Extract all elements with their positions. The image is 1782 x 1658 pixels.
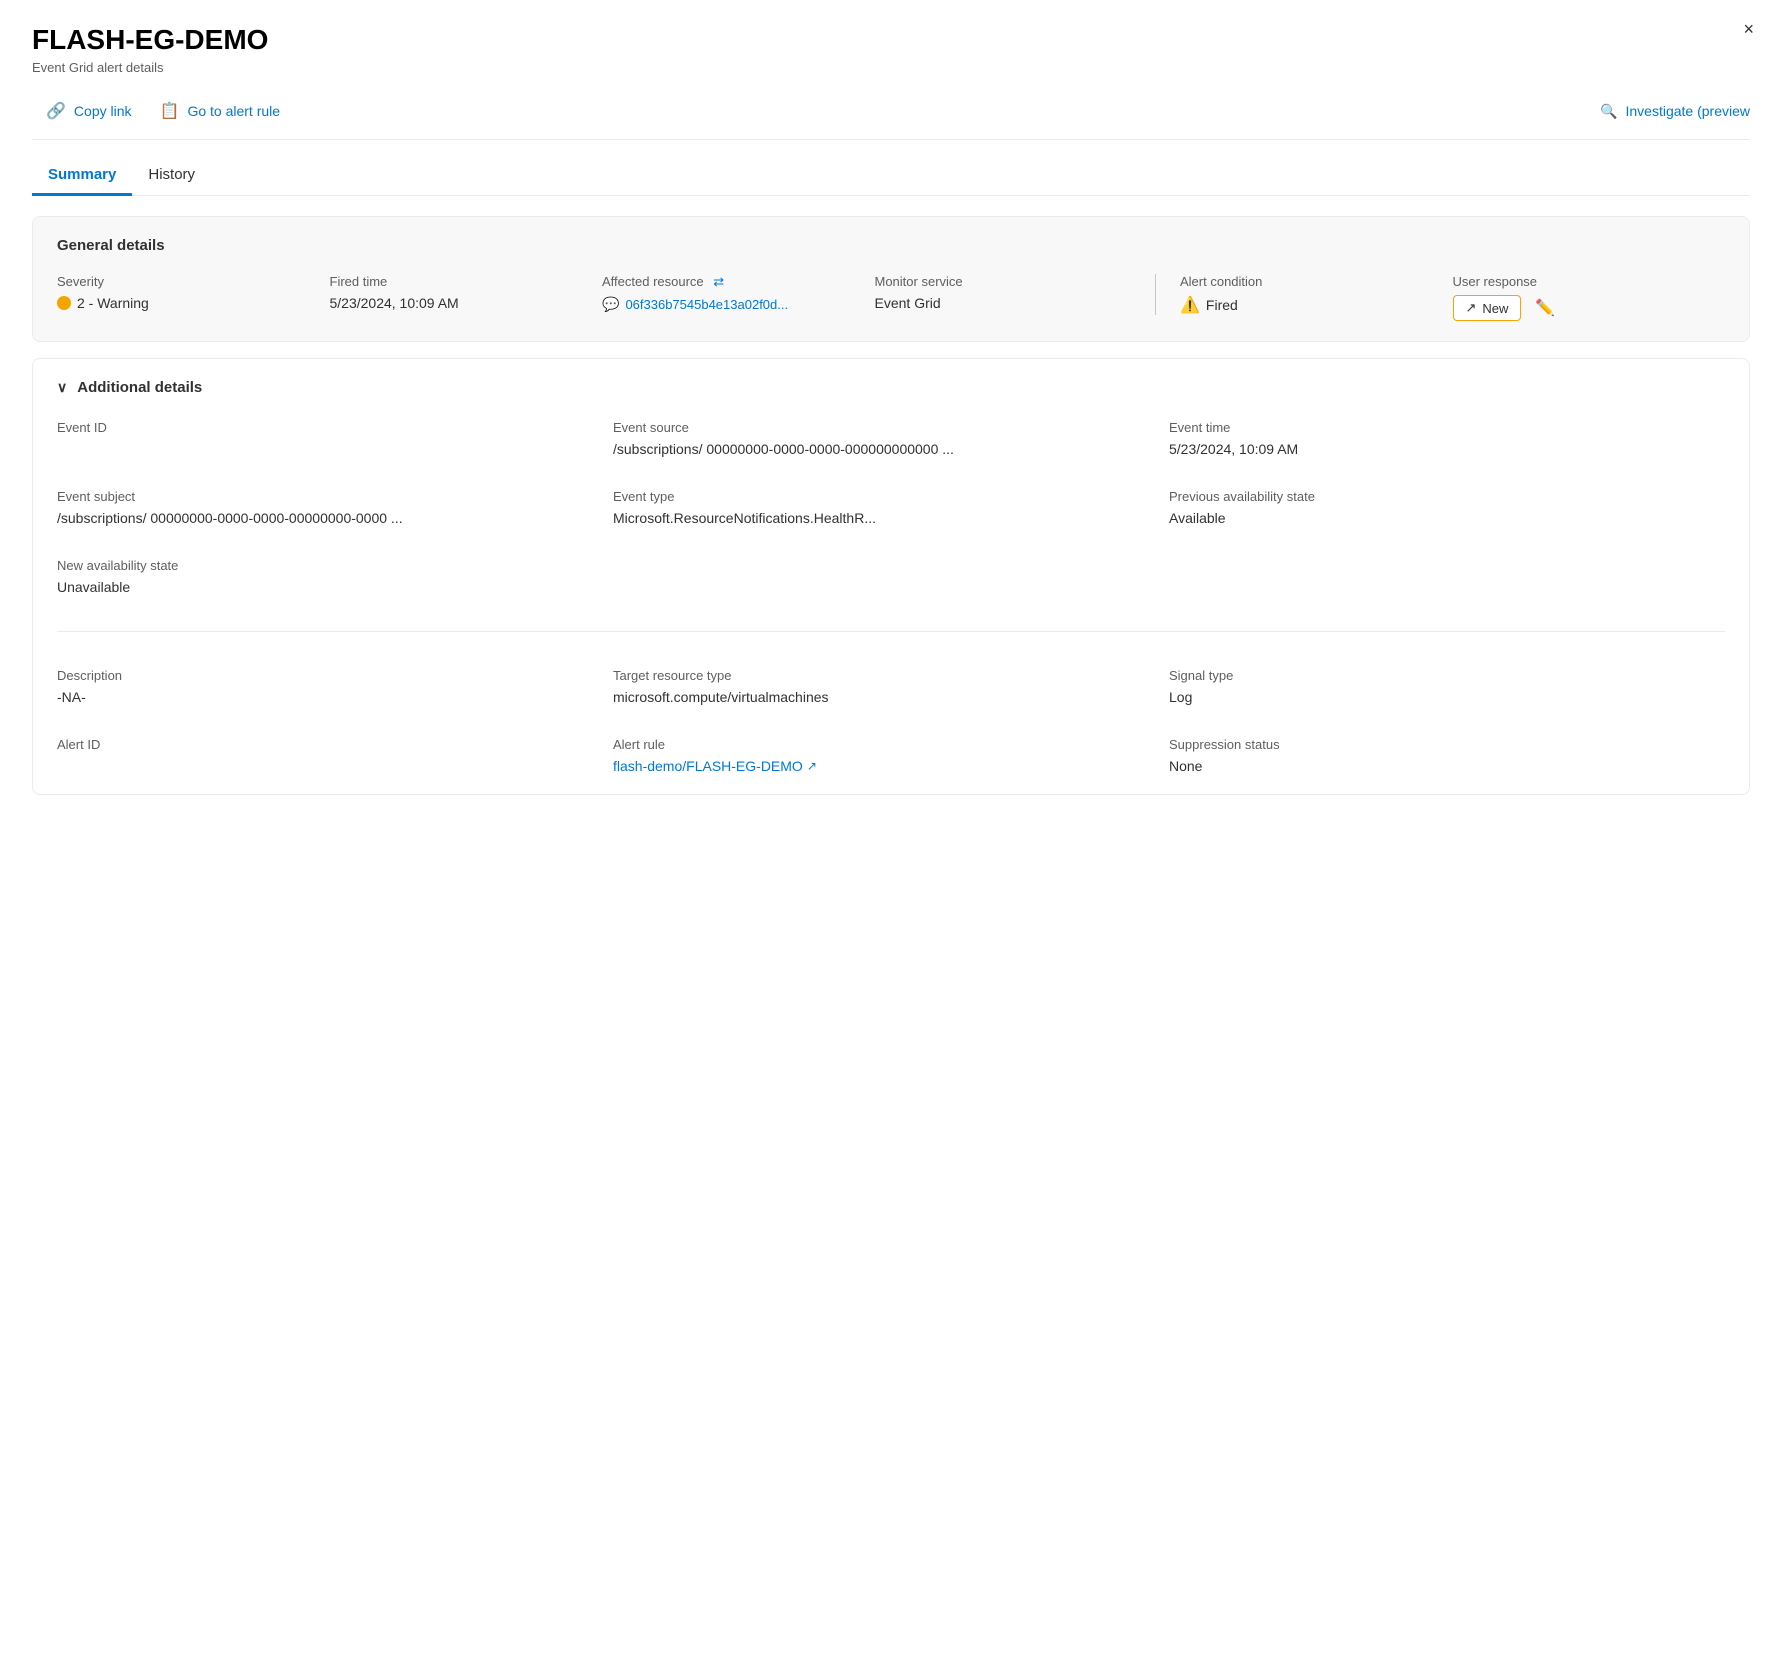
new-availability-value: Unavailable (57, 579, 589, 595)
affected-resource-label: Affected resource ⇄ (602, 274, 875, 290)
event-source-value: /subscriptions/ 00000000-0000-0000-00000… (613, 441, 1145, 457)
additional-details-title: Additional details (77, 379, 202, 396)
additional-details-grid: Event ID Event source /subscriptions/ 00… (57, 420, 1725, 774)
general-details-grid: Severity 2 - Warning Fired time 5/23/202… (57, 274, 1725, 321)
go-to-alert-rule-label: Go to alert rule (187, 103, 280, 119)
warning-icon: ⚠️ (1180, 295, 1200, 315)
alert-rule-label: Alert rule (613, 737, 1145, 752)
event-type-label: Event type (613, 489, 1145, 504)
event-source-item: Event source /subscriptions/ 00000000-00… (613, 420, 1169, 457)
new-availability-item: New availability state Unavailable (57, 558, 613, 595)
toolbar: 🔗 Copy link 📋 Go to alert rule 🔍 Investi… (32, 95, 1750, 140)
event-time-value: 5/23/2024, 10:09 AM (1169, 441, 1701, 457)
panel-subtitle: Event Grid alert details (32, 60, 1750, 75)
copy-link-button[interactable]: 🔗 Copy link (32, 95, 146, 127)
severity-text: 2 - Warning (77, 295, 149, 311)
event-type-item: Event type Microsoft.ResourceNotificatio… (613, 489, 1169, 526)
user-response-label: User response (1453, 274, 1726, 289)
severity-value: 2 - Warning (57, 295, 330, 311)
panel-title: FLASH-EG-DEMO (32, 24, 1750, 56)
investigate-label: Investigate (preview (1625, 103, 1750, 119)
alert-rule-link-text: flash-demo/FLASH-EG-DEMO (613, 758, 803, 774)
copy-link-icon: 🔗 (46, 101, 66, 121)
signal-type-value: Log (1169, 689, 1701, 705)
alert-rule-link[interactable]: flash-demo/FLASH-EG-DEMO ↗ (613, 758, 1145, 774)
description-item: Description -NA- (57, 668, 613, 705)
investigate-icon: 🔍 (1600, 103, 1617, 120)
new-badge[interactable]: ↗ New (1453, 295, 1522, 321)
resource-icon: 💬 (602, 296, 619, 313)
additional-details-header[interactable]: ∨ Additional details (57, 379, 1725, 396)
new-availability-label: New availability state (57, 558, 589, 573)
alert-condition-label: Alert condition (1180, 274, 1453, 289)
fired-time-value: 5/23/2024, 10:09 AM (330, 295, 603, 311)
fired-time-label: Fired time (330, 274, 603, 289)
affected-resource-col: Affected resource ⇄ 💬 06f336b7545b4e13a0… (602, 274, 875, 313)
share-icon: ⇄ (713, 274, 724, 289)
new-badge-icon: ↗ (1466, 300, 1477, 316)
edit-icon[interactable]: ✏️ (1535, 298, 1555, 318)
event-subject-label: Event subject (57, 489, 589, 504)
alert-rule-value: flash-demo/FLASH-EG-DEMO ↗ (613, 758, 1145, 774)
alert-condition-col: Alert condition ⚠️ Fired (1155, 274, 1453, 315)
go-to-alert-rule-icon: 📋 (160, 101, 180, 121)
tab-history[interactable]: History (132, 156, 211, 196)
event-id-item: Event ID (57, 420, 613, 457)
chevron-down-icon: ∨ (57, 379, 67, 396)
suppression-status-value: None (1169, 758, 1701, 774)
target-resource-type-value: microsoft.compute/virtualmachines (613, 689, 1145, 705)
target-resource-type-label: Target resource type (613, 668, 1145, 683)
empty-item-2 (1169, 558, 1725, 595)
previous-availability-item: Previous availability state Available (1169, 489, 1725, 526)
signal-type-item: Signal type Log (1169, 668, 1725, 705)
signal-type-label: Signal type (1169, 668, 1701, 683)
alert-rule-item: Alert rule flash-demo/FLASH-EG-DEMO ↗ (613, 737, 1169, 774)
event-time-label: Event time (1169, 420, 1701, 435)
tabs-container: Summary History (32, 156, 1750, 196)
event-id-label: Event ID (57, 420, 589, 435)
additional-details-card: ∨ Additional details Event ID Event sour… (32, 358, 1750, 795)
general-details-card: General details Severity 2 - Warning Fir… (32, 216, 1750, 342)
alert-id-item: Alert ID (57, 737, 613, 774)
event-type-value: Microsoft.ResourceNotifications.HealthR.… (613, 510, 1145, 526)
event-time-item: Event time 5/23/2024, 10:09 AM (1169, 420, 1725, 457)
fired-time-col: Fired time 5/23/2024, 10:09 AM (330, 274, 603, 311)
description-value: -NA- (57, 689, 589, 705)
severity-label: Severity (57, 274, 330, 289)
investigate-button[interactable]: 🔍 Investigate (preview (1600, 103, 1750, 120)
alert-condition-value: ⚠️ Fired (1180, 295, 1453, 315)
event-subject-item: Event subject /subscriptions/ 00000000-0… (57, 489, 613, 526)
new-badge-text: New (1482, 301, 1508, 316)
suppression-status-label: Suppression status (1169, 737, 1701, 752)
section-divider (57, 631, 1725, 632)
target-resource-type-item: Target resource type microsoft.compute/v… (613, 668, 1169, 705)
previous-availability-value: Available (1169, 510, 1701, 526)
monitor-service-value: Event Grid (875, 295, 1148, 311)
description-label: Description (57, 668, 589, 683)
suppression-status-item: Suppression status None (1169, 737, 1725, 774)
affected-resource-label-text: Affected resource (602, 274, 704, 289)
affected-resource-value: 💬 06f336b7545b4e13a02f0d... (602, 296, 875, 313)
close-button[interactable]: × (1743, 20, 1754, 38)
empty-item-1 (613, 558, 1169, 595)
go-to-alert-rule-button[interactable]: 📋 Go to alert rule (146, 95, 295, 127)
alert-condition-text: Fired (1206, 297, 1238, 313)
user-response-col: User response ↗ New ✏️ (1453, 274, 1726, 321)
user-response-value: ↗ New ✏️ (1453, 295, 1726, 321)
severity-col: Severity 2 - Warning (57, 274, 330, 311)
severity-dot (57, 296, 71, 310)
affected-resource-link[interactable]: 06f336b7545b4e13a02f0d... (625, 297, 788, 312)
event-source-label: Event source (613, 420, 1145, 435)
tab-summary[interactable]: Summary (32, 156, 132, 196)
alert-id-label: Alert ID (57, 737, 589, 752)
monitor-service-label: Monitor service (875, 274, 1148, 289)
monitor-service-col: Monitor service Event Grid (875, 274, 1148, 311)
external-link-icon: ↗ (807, 759, 817, 773)
event-subject-value: /subscriptions/ 00000000-0000-0000-00000… (57, 510, 589, 526)
general-details-title: General details (57, 237, 1725, 254)
copy-link-label: Copy link (74, 103, 132, 119)
previous-availability-label: Previous availability state (1169, 489, 1701, 504)
alert-panel: × FLASH-EG-DEMO Event Grid alert details… (0, 0, 1782, 827)
